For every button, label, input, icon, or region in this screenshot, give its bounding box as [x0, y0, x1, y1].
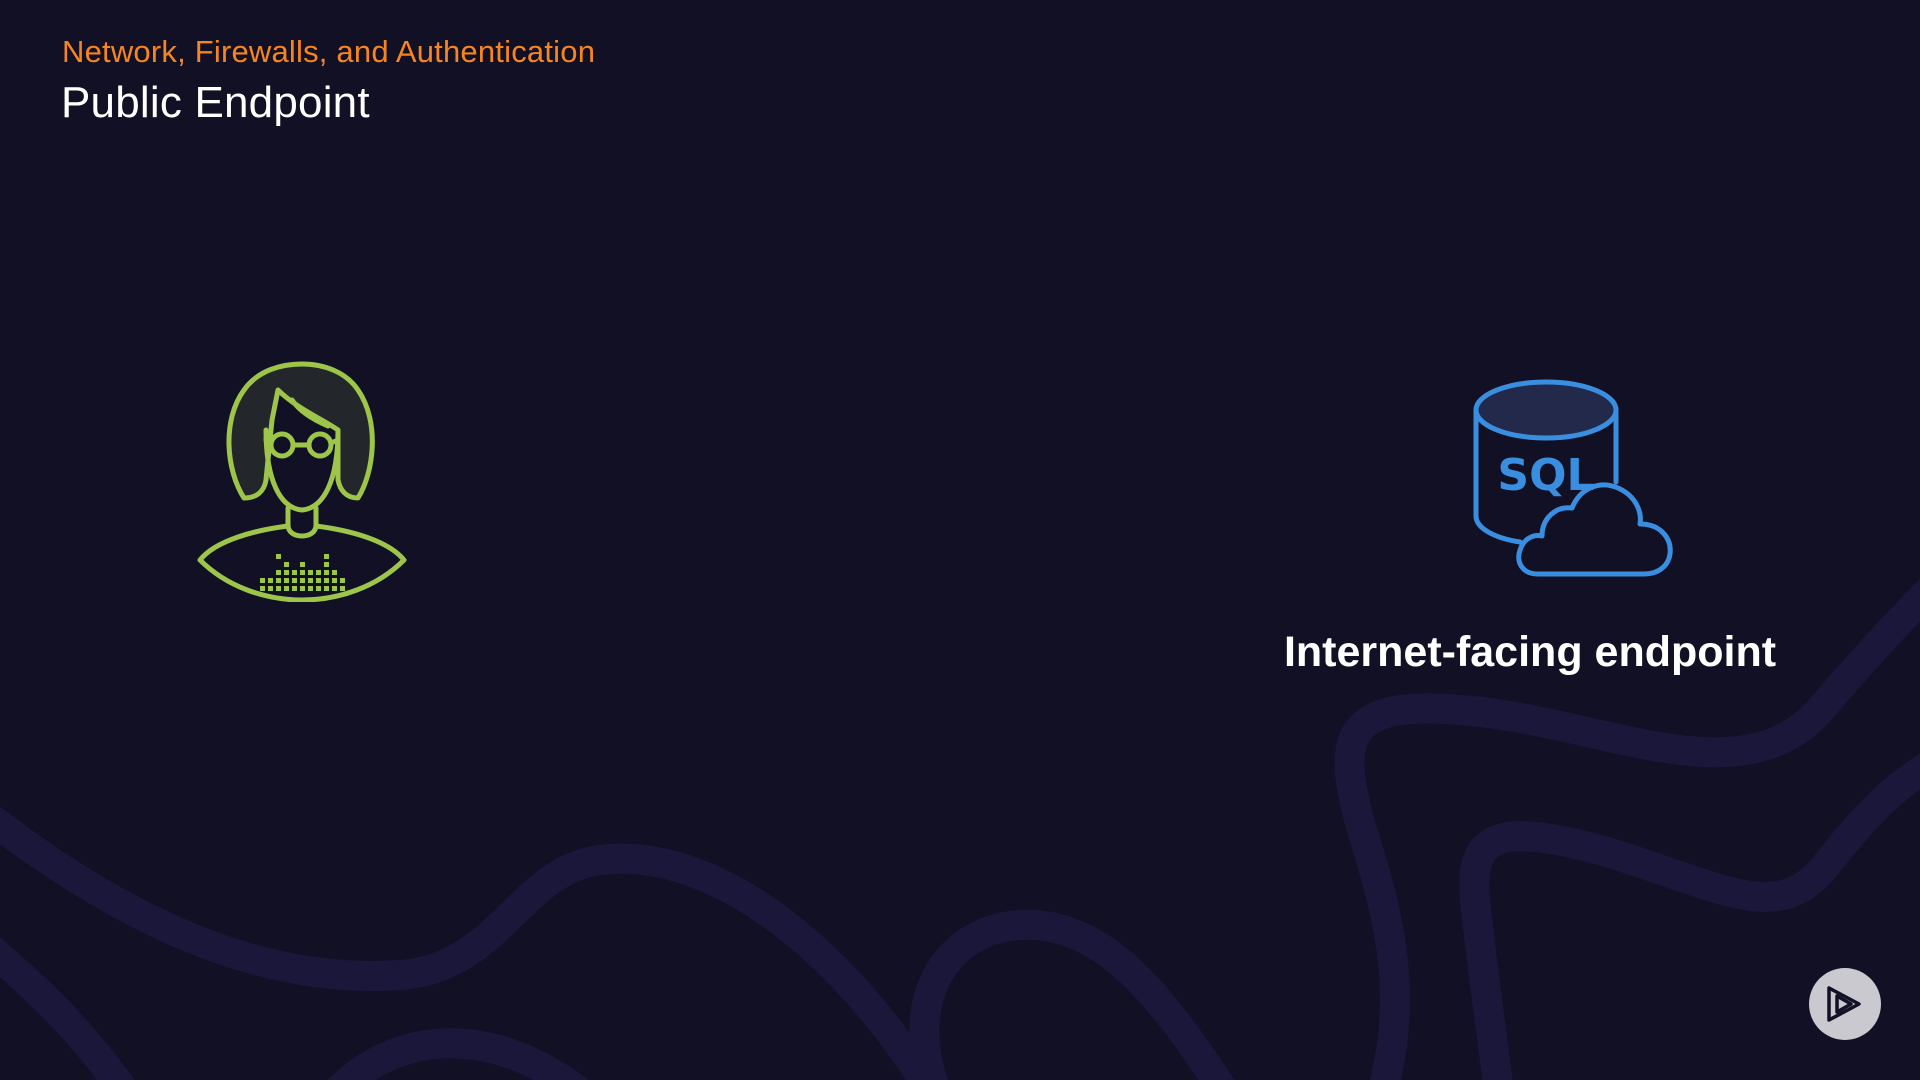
sql-label: SQL — [1497, 450, 1594, 501]
endpoint-label: Internet-facing endpoint — [1283, 628, 1777, 676]
play-logo-icon — [1827, 986, 1861, 1022]
play-button[interactable] — [1809, 968, 1881, 1040]
page-title: Public Endpoint — [61, 78, 370, 127]
section-subtitle: Network, Firewalls, and Authentication — [62, 34, 596, 69]
slide: Network, Firewalls, and Authentication P… — [0, 0, 1920, 1080]
sql-cloud-database-icon: SQL — [1473, 379, 1673, 577]
user-with-glasses-icon — [197, 361, 407, 602]
